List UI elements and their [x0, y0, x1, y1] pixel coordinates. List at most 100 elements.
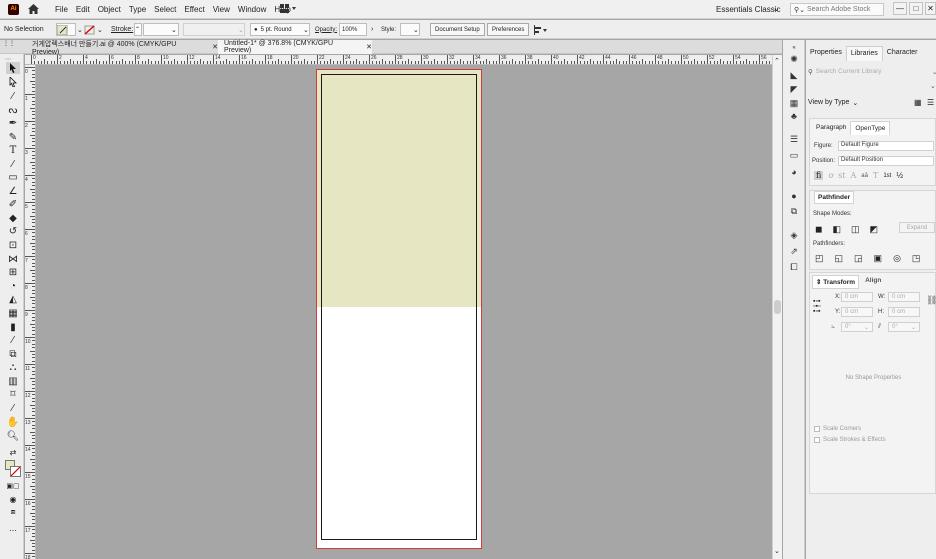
stylistic-alternates-icon[interactable]: aā — [861, 173, 868, 179]
artboard[interactable] — [321, 74, 477, 540]
menu-file[interactable]: File — [55, 5, 68, 14]
appearance-icon[interactable]: ● — [788, 190, 800, 201]
collapse-icon[interactable]: « — [788, 42, 800, 53]
menu-edit[interactable]: Edit — [76, 5, 90, 14]
shape-builder-tool-icon[interactable]: ◔ — [6, 280, 20, 292]
tab-document-untitled[interactable]: Untitled-1* @ 376.8% (CMYK/GPU Preview) … — [218, 40, 372, 54]
line-tool-icon[interactable]: ∕ — [6, 158, 20, 170]
libraries-icon[interactable]: ◣ — [788, 70, 800, 81]
align-options-icon[interactable] — [532, 23, 548, 36]
eraser-tool-icon[interactable]: ◆ — [6, 212, 20, 224]
scroll-down-icon[interactable]: ⌄ — [774, 547, 780, 555]
chevron-down-icon[interactable]: ⌄ — [773, 4, 780, 13]
exclude-icon[interactable]: ◩ — [870, 224, 879, 235]
stroke-color-swatch[interactable] — [10, 466, 21, 477]
chevron-down-icon[interactable]: ⌄ — [77, 23, 83, 36]
stroke-weight-stepper[interactable]: ⌃ — [134, 23, 142, 36]
view-by-dropdown[interactable]: View by Type ⌄ — [808, 99, 858, 107]
draw-mode-icon[interactable]: ◉ — [6, 493, 20, 505]
h-input[interactable]: 0 cm — [888, 307, 920, 317]
rotate-tool-icon[interactable]: ↺ — [6, 225, 20, 237]
rectangle-tool-icon[interactable]: ▭ — [6, 171, 20, 183]
fractions-icon[interactable]: ½ — [896, 171, 903, 180]
blend-tool-icon[interactable]: ⧉ — [6, 348, 20, 360]
outline-icon[interactable]: ◎ — [893, 253, 901, 264]
minus-back-icon[interactable]: ◳ — [912, 253, 921, 264]
color-guide-icon[interactable]: ✺ — [788, 54, 800, 65]
mesh-tool-icon[interactable]: ▦ — [6, 307, 20, 319]
panel-grip-icon[interactable]: ⋮⋮ — [3, 40, 15, 47]
shaper-tool-icon[interactable]: ✐ — [6, 198, 20, 210]
scroll-thumb[interactable] — [774, 300, 781, 314]
w-input[interactable]: 0 cm — [888, 292, 920, 302]
eyedropper-tool-icon[interactable]: ⁄ — [6, 334, 20, 346]
slice-tool-icon[interactable]: ⁄ — [6, 402, 20, 414]
stroke-swatch[interactable] — [84, 23, 98, 36]
vertical-scrollbar[interactable]: ⌃ ⌄ — [772, 55, 782, 559]
crop-icon[interactable]: ▣ — [874, 253, 883, 264]
divide-icon[interactable]: ◰ — [815, 253, 824, 264]
export-icon[interactable]: ⇗ — [788, 246, 800, 257]
ordinals-icon[interactable]: 1st — [883, 173, 891, 179]
opacity-input[interactable]: 100% — [339, 23, 367, 36]
merge-icon[interactable]: ◲ — [854, 253, 863, 264]
close-button[interactable]: ✕ — [925, 2, 936, 15]
figure-select[interactable]: Default Figure — [838, 141, 934, 151]
contextual-alternates-icon[interactable]: ơ — [828, 171, 833, 180]
arrange-documents-icon[interactable] — [280, 4, 296, 13]
tab-opentype[interactable]: OpenType — [850, 121, 891, 135]
gradient-panel-icon[interactable]: ▭ — [788, 150, 800, 161]
hand-tool-icon[interactable]: ✋ — [6, 416, 20, 428]
cc-libraries-icon[interactable]: ◤ — [788, 84, 800, 95]
menu-window[interactable]: Window — [238, 5, 266, 14]
chevron-down-icon[interactable]: ⌄ — [171, 23, 177, 36]
chevron-down-icon[interactable]: ⌄ — [303, 23, 309, 36]
color-mode-buttons-icon[interactable]: ▣▢ — [6, 480, 20, 492]
menu-select[interactable]: Select — [154, 5, 176, 14]
minimize-button[interactable]: — — [893, 2, 907, 15]
column-graph-tool-icon[interactable]: ▥ — [6, 375, 20, 387]
reference-point-icon[interactable]: ▪▫▪ ▫▪▫ ▪▫▪ — [813, 298, 820, 315]
close-icon[interactable]: ✕ — [366, 43, 372, 51]
chevron-down-icon[interactable]: ⌄ — [97, 23, 103, 36]
chevron-down-icon[interactable]: ⌄ — [932, 68, 936, 76]
edit-toolbar-icon[interactable]: ⋯ — [6, 524, 20, 536]
direct-selection-tool-icon[interactable] — [6, 76, 20, 88]
workspace-name[interactable]: Essentials Classic — [716, 5, 780, 14]
unite-icon[interactable]: ◼ — [815, 224, 822, 235]
pen-tool-icon[interactable]: ✒ — [6, 117, 20, 129]
screen-mode-icon[interactable]: ⧈ — [6, 506, 20, 518]
scale-tool-icon[interactable]: ⊡ — [6, 239, 20, 251]
scale-strokes-checkbox[interactable]: Scale Strokes & Effects — [814, 437, 886, 443]
transparency-icon[interactable]: ◕ — [788, 166, 800, 177]
y-input[interactable]: 0 cm — [841, 307, 873, 317]
opacity-label[interactable]: Opacity: — [315, 23, 337, 36]
graphic-styles-icon[interactable]: ⧉ — [788, 206, 800, 217]
chevron-down-icon[interactable]: ⌄ — [413, 23, 419, 36]
intersect-icon[interactable]: ◫ — [851, 224, 860, 235]
scale-corners-checkbox[interactable]: Scale Corners — [814, 426, 861, 432]
list-view-icon[interactable]: ☰ — [927, 98, 934, 107]
layers-icon[interactable]: ◈ — [788, 230, 800, 241]
gradient-tool-icon[interactable]: ▮ — [6, 321, 20, 333]
titling-alternates-icon[interactable]: T — [873, 171, 878, 180]
shear-input[interactable]: 0° ⌄ — [888, 322, 920, 332]
document-setup-button[interactable]: Document Setup — [430, 23, 485, 36]
variable-width-profile[interactable] — [183, 23, 245, 36]
symbols-icon[interactable]: ♣ — [788, 110, 800, 121]
swap-colors-icon[interactable]: ⇄ — [6, 446, 20, 458]
lasso-tool-icon[interactable]: ᔓ — [6, 104, 20, 116]
magic-wand-tool-icon[interactable]: ⁄ — [6, 90, 20, 102]
swatches-icon[interactable]: ▦ — [788, 98, 800, 109]
discretionary-ligatures-icon[interactable]: st — [838, 171, 845, 180]
brush-definition[interactable]: ● 5 pt. Round — [250, 23, 310, 36]
chevron-right-icon[interactable]: › — [371, 23, 373, 36]
tab-paragraph[interactable]: Paragraph — [812, 121, 850, 135]
scroll-up-icon[interactable]: ⌃ — [774, 57, 780, 65]
tab-properties[interactable]: Properties — [806, 46, 846, 61]
angle-input[interactable]: 0° ⌄ — [841, 322, 873, 332]
menu-object[interactable]: Object — [98, 5, 121, 14]
tab-libraries[interactable]: Libraries — [845, 46, 883, 61]
canvas[interactable] — [36, 65, 771, 559]
stroke-panel-icon[interactable]: ☰ — [788, 134, 800, 145]
